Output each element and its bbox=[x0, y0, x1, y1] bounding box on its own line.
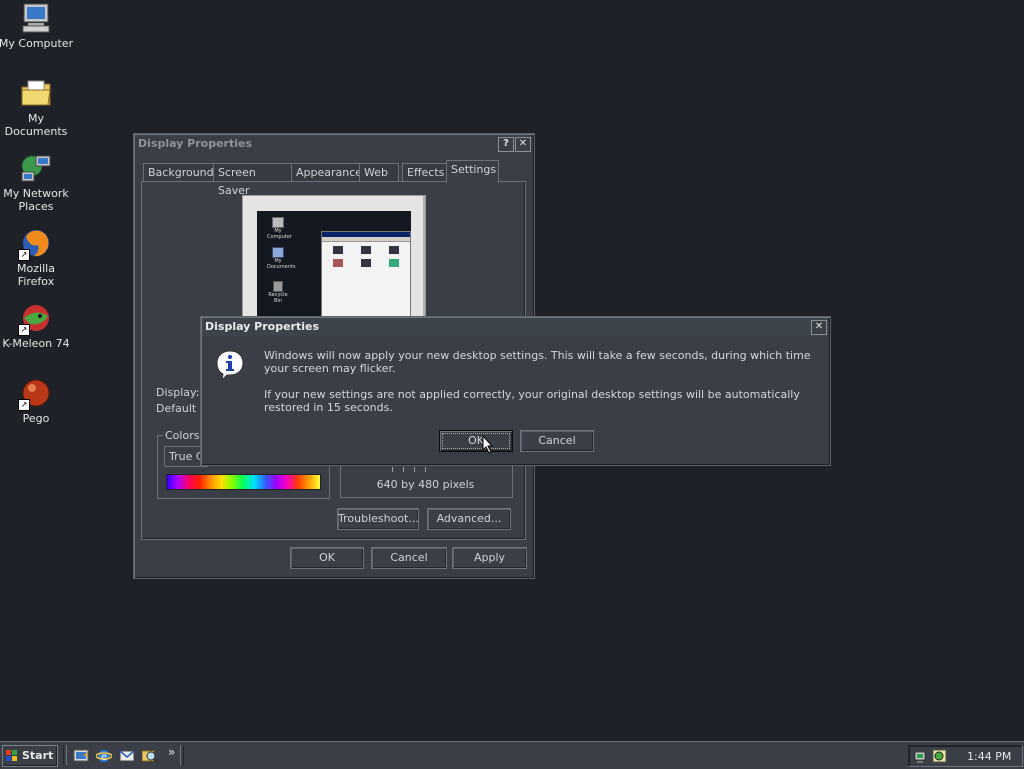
desktop-icon-label: Mozilla Firefox bbox=[17, 262, 55, 288]
desktop-icon-my-network-places[interactable]: My Network Places bbox=[0, 152, 74, 213]
monitor-preview: My Computer My Documents Recycle Bin bbox=[242, 195, 426, 323]
quick-launch-chevron[interactable]: » bbox=[168, 745, 175, 759]
firefox-icon: ↗ bbox=[18, 227, 52, 261]
desktop-icon-my-documents[interactable]: My Documents bbox=[0, 77, 74, 138]
shortcut-arrow-icon: ↗ bbox=[18, 249, 30, 261]
troubleshoot-button[interactable]: Troubleshoot... bbox=[337, 508, 419, 530]
preview-screen: My Computer My Documents Recycle Bin bbox=[257, 211, 411, 323]
svg-text:e: e bbox=[101, 752, 107, 763]
cancel-button[interactable]: Cancel bbox=[371, 547, 447, 569]
tab-background[interactable]: Background bbox=[143, 163, 214, 182]
search-icon[interactable] bbox=[141, 748, 158, 764]
preview-icon-label: My Computer bbox=[267, 228, 292, 240]
network-icon bbox=[20, 152, 52, 184]
kmeleon-icon: ↗ bbox=[18, 302, 52, 336]
apply-settings-dialog: Display Properties ✕ Windows will now ap… bbox=[200, 316, 831, 466]
resolution-text: 640 by 480 pixels bbox=[376, 478, 475, 491]
dialog-title: Display Properties bbox=[205, 320, 320, 333]
preview-window bbox=[321, 231, 411, 323]
tab-web[interactable]: Web bbox=[359, 163, 399, 182]
desktop-icon-label: Pego bbox=[22, 412, 50, 425]
taskbar-divider bbox=[180, 745, 184, 765]
apply-button[interactable]: Apply bbox=[452, 547, 527, 569]
preview-item-icon bbox=[332, 259, 343, 267]
start-label: Start bbox=[22, 749, 54, 762]
tab-appearance[interactable]: Appearance bbox=[291, 163, 362, 182]
desktop-icon-k-meleon[interactable]: ↗ K-Meleon 74 bbox=[0, 302, 74, 350]
shortcut-arrow-icon: ↗ bbox=[18, 324, 30, 336]
advanced-button[interactable]: Advanced... bbox=[427, 508, 511, 530]
recycle-bin-icon bbox=[273, 281, 283, 292]
dialog-message-2: If your new settings are not applied cor… bbox=[264, 388, 800, 414]
desktop-icon-label: My Network Places bbox=[3, 187, 69, 213]
desktop-icon-label: My Documents bbox=[4, 112, 68, 138]
preview-item-icon bbox=[360, 259, 371, 267]
taskbar: Start e » 1:44 PM bbox=[0, 741, 1024, 769]
close-button[interactable]: ✕ bbox=[515, 137, 531, 152]
preview-item-icon bbox=[360, 246, 371, 254]
preview-item-icon bbox=[332, 246, 343, 254]
show-desktop-icon[interactable] bbox=[73, 748, 89, 764]
dialog-message-1: Windows will now apply your new desktop … bbox=[264, 349, 811, 375]
computer-icon bbox=[20, 2, 52, 34]
preview-icon-label: Recycle Bin bbox=[268, 292, 288, 304]
preview-window-content bbox=[322, 242, 410, 271]
scheduler-tray-icon[interactable] bbox=[932, 748, 948, 764]
resolution-slider-ticks bbox=[392, 467, 432, 472]
colors-group-label: Colors bbox=[163, 429, 202, 442]
dialog-close-button[interactable]: ✕ bbox=[811, 320, 827, 335]
desktop-icon-label: My Computer bbox=[0, 37, 74, 50]
dialog-cancel-button[interactable]: Cancel bbox=[520, 430, 594, 452]
clock[interactable]: 1:44 PM bbox=[967, 750, 1011, 763]
computer-icon bbox=[272, 217, 284, 228]
color-spectrum-bar bbox=[166, 474, 321, 490]
network-tray-icon[interactable] bbox=[914, 748, 930, 764]
tab-screen-saver[interactable]: Screen Saver bbox=[213, 163, 292, 197]
display-label: Display: bbox=[156, 386, 200, 399]
tab-effects[interactable]: Effects bbox=[402, 163, 447, 182]
info-icon bbox=[215, 349, 245, 382]
preview-desktop-icon: Recycle Bin bbox=[267, 281, 289, 304]
folder-icon bbox=[20, 77, 52, 109]
colors-dropdown-value: True C bbox=[169, 450, 204, 463]
desktop-icon-label: K-Meleon 74 bbox=[2, 337, 70, 350]
mouse-cursor-icon bbox=[482, 434, 494, 455]
shortcut-arrow-icon: ↗ bbox=[18, 399, 30, 411]
pego-icon: ↗ bbox=[18, 377, 52, 411]
taskbar-divider bbox=[63, 745, 67, 765]
window-title: Display Properties bbox=[138, 137, 253, 150]
dialog-titlebar[interactable]: Display Properties ✕ bbox=[202, 318, 828, 336]
preview-icon-label: My Documents bbox=[267, 258, 296, 270]
ok-button[interactable]: OK bbox=[290, 547, 364, 569]
window-titlebar[interactable]: Display Properties ? ✕ bbox=[135, 135, 532, 153]
start-button[interactable]: Start bbox=[2, 745, 58, 767]
desktop-icon-my-computer[interactable]: My Computer bbox=[0, 2, 74, 50]
folder-icon bbox=[272, 247, 284, 258]
ie-icon[interactable]: e bbox=[95, 748, 113, 764]
outlook-icon[interactable] bbox=[119, 748, 135, 764]
windows-logo-icon bbox=[6, 750, 18, 762]
preview-desktop-icon: My Computer bbox=[267, 217, 292, 240]
preview-item-icon bbox=[389, 259, 400, 267]
system-tray: 1:44 PM bbox=[908, 745, 1023, 767]
preview-desktop-icon: My Documents bbox=[267, 247, 296, 270]
dialog-ok-button[interactable]: OK bbox=[439, 430, 513, 452]
tab-settings[interactable]: Settings bbox=[446, 160, 499, 183]
desktop-icon-mozilla-firefox[interactable]: ↗ Mozilla Firefox bbox=[0, 227, 74, 288]
preview-item-icon bbox=[389, 246, 400, 254]
desktop-icon-pego[interactable]: ↗ Pego bbox=[0, 377, 74, 425]
help-button[interactable]: ? bbox=[498, 137, 514, 152]
